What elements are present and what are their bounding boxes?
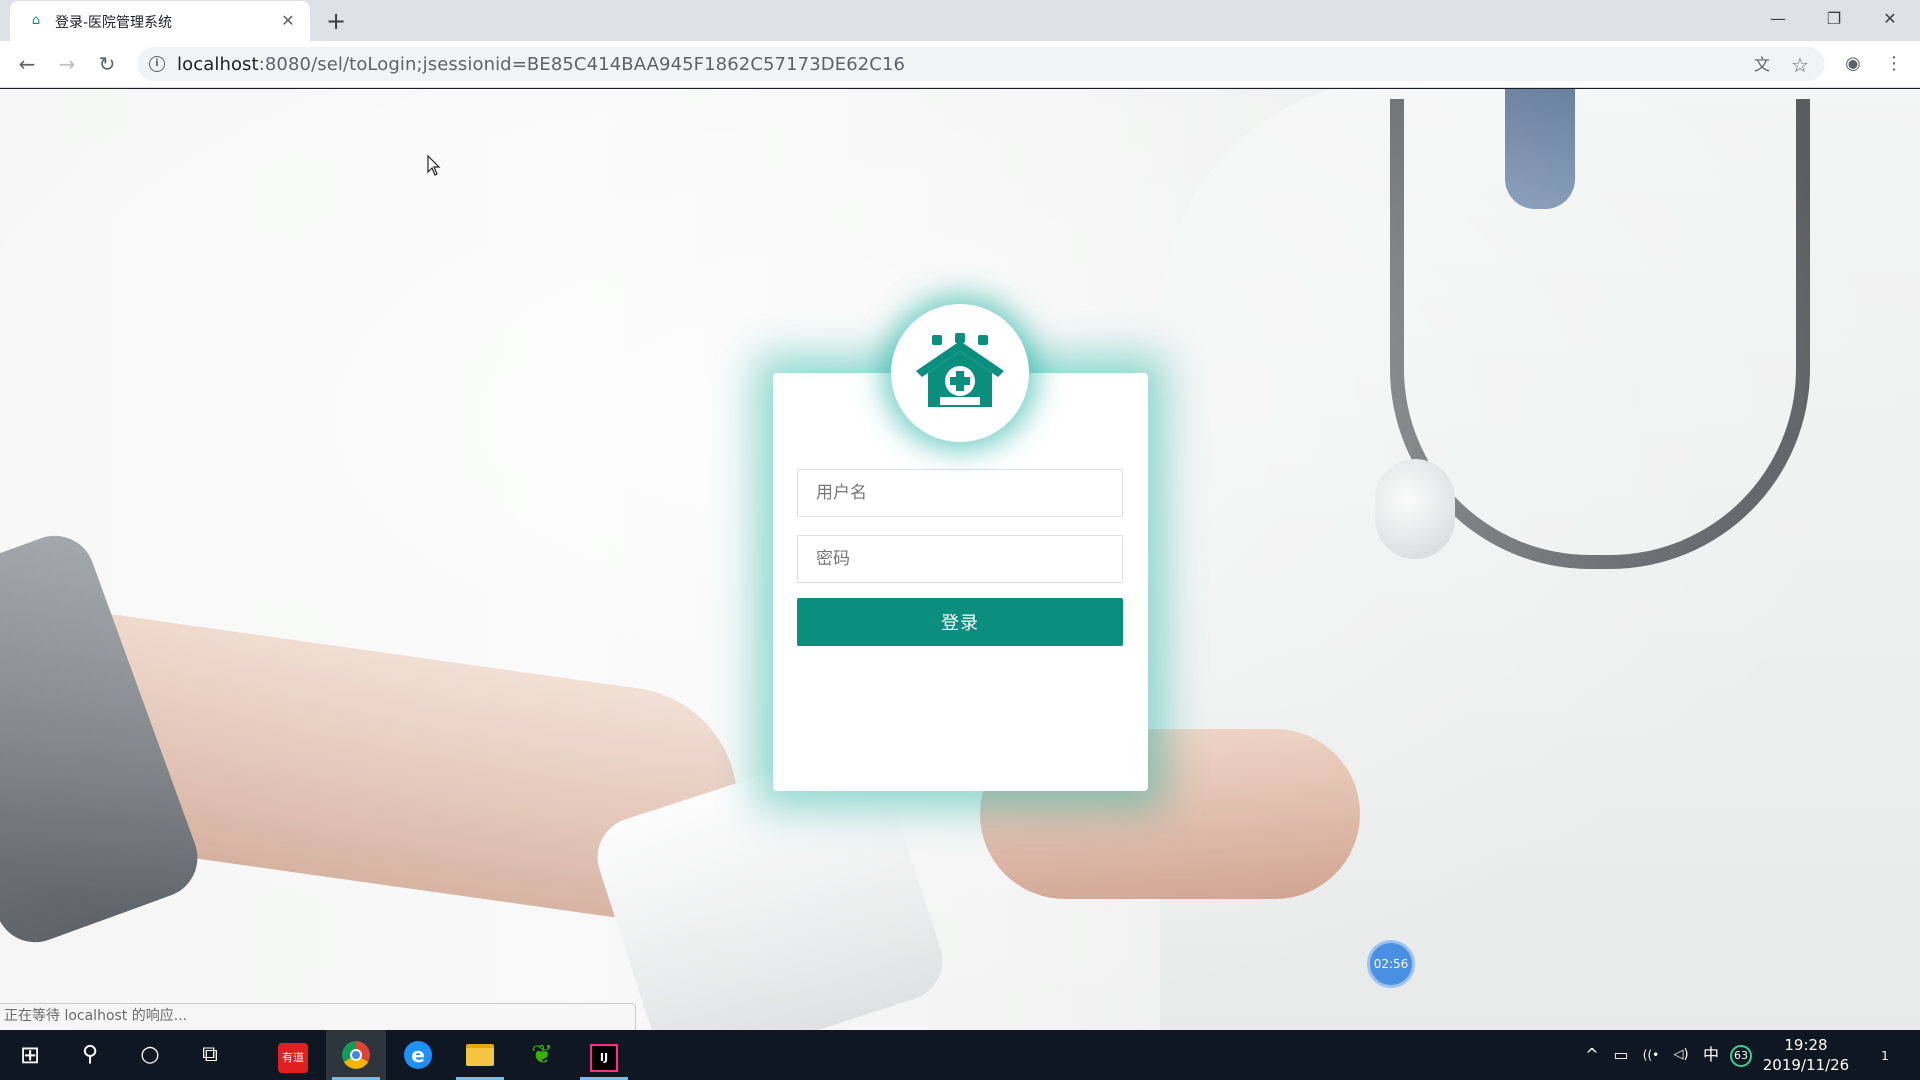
ie-icon: e <box>404 1041 432 1069</box>
page-viewport: 登录 02:56 正在等待 localhost 的响应... <box>0 89 1920 1030</box>
tab-title: 登录-医院管理系统 <box>55 15 173 31</box>
browser-menu-icon[interactable]: ⋮ <box>1880 50 1908 78</box>
system-clock[interactable]: 19:28 2019/11/26 <box>1756 1035 1856 1075</box>
password-input[interactable] <box>797 535 1123 583</box>
wifi-icon[interactable]: ((• <box>1636 1030 1666 1080</box>
chrome-icon <box>342 1041 370 1069</box>
clock-date: 2019/11/26 <box>1762 1056 1850 1074</box>
translate-icon[interactable]: 文 <box>1751 54 1773 76</box>
hospital-favicon-icon: ⌂ <box>31 13 41 28</box>
reload-button[interactable]: ↻ <box>92 49 122 79</box>
browser-toolbar: ← → ↻ i localhost:8080/sel/toLogin;jsess… <box>0 41 1920 88</box>
forward-button[interactable]: → <box>52 49 82 79</box>
login-button[interactable]: 登录 <box>797 598 1123 646</box>
green-app-icon: ❦ <box>531 1040 553 1070</box>
volume-icon[interactable]: ◁) <box>1668 1030 1694 1080</box>
notification-count: 1 <box>1881 1049 1889 1063</box>
windows-taskbar: ⊞ ⚲ ○ ⧉ 有道 e ❦ IJ ^ ▭ ((• ◁) 中 63 19:28 … <box>0 1030 1920 1080</box>
loading-status-text: 正在等待 localhost 的响应... <box>0 1003 636 1030</box>
ime-indicator[interactable]: 中 <box>1698 1030 1724 1080</box>
browser-tab[interactable]: ⌂ 登录-医院管理系统 ✕ <box>10 1 310 41</box>
search-icon[interactable]: ⚲ <box>60 1030 120 1080</box>
new-tab-button[interactable]: + <box>322 8 350 36</box>
taskbar-app-intellij[interactable]: IJ <box>574 1030 634 1080</box>
task-view-icon[interactable]: ⧉ <box>180 1030 240 1080</box>
timer-badge: 02:56 <box>1367 940 1415 988</box>
taskbar-app-youdao[interactable]: 有道 <box>263 1030 323 1080</box>
address-bar[interactable]: i localhost:8080/sel/toLogin;jsessionid=… <box>137 47 1825 81</box>
taskbar-app-file-explorer[interactable] <box>450 1030 510 1080</box>
browser-tab-strip: ⌂ 登录-医院管理系统 ✕ + — ❐ ✕ <box>0 0 1920 41</box>
site-info-icon[interactable]: i <box>149 56 165 72</box>
window-minimize-button[interactable]: — <box>1750 0 1806 38</box>
mouse-cursor-icon <box>427 155 441 176</box>
window-restore-button[interactable]: ❐ <box>1806 0 1862 38</box>
bookmark-star-icon[interactable]: ☆ <box>1789 54 1811 76</box>
cortana-icon[interactable]: ○ <box>120 1030 180 1080</box>
window-close-button[interactable]: ✕ <box>1862 0 1918 38</box>
account-icon[interactable]: ◉ <box>1839 50 1867 78</box>
taskbar-app-green[interactable]: ❦ <box>512 1030 572 1080</box>
taskbar-app-chrome[interactable] <box>326 1030 386 1080</box>
start-button[interactable]: ⊞ <box>0 1030 60 1080</box>
tray-overflow-icon[interactable]: ^ <box>1580 1030 1604 1080</box>
username-input[interactable] <box>797 469 1123 517</box>
youdao-dict-icon: 有道 <box>278 1043 308 1073</box>
battery-icon[interactable]: ▭ <box>1608 1030 1634 1080</box>
hospital-icon <box>916 333 1004 407</box>
url-text[interactable]: localhost:8080/sel/toLogin;jsessionid=BE… <box>177 54 905 75</box>
logo-badge <box>891 304 1029 442</box>
clock-time: 19:28 <box>1784 1036 1828 1054</box>
intellij-icon: IJ <box>590 1044 618 1072</box>
taskbar-app-ie[interactable]: e <box>388 1030 448 1080</box>
action-center-icon[interactable]: 1 <box>1865 1038 1905 1072</box>
tray-app-badge[interactable]: 63 <box>1728 1030 1754 1080</box>
tab-close-icon[interactable]: ✕ <box>278 11 298 31</box>
back-button[interactable]: ← <box>12 49 42 79</box>
file-explorer-icon <box>466 1044 494 1066</box>
